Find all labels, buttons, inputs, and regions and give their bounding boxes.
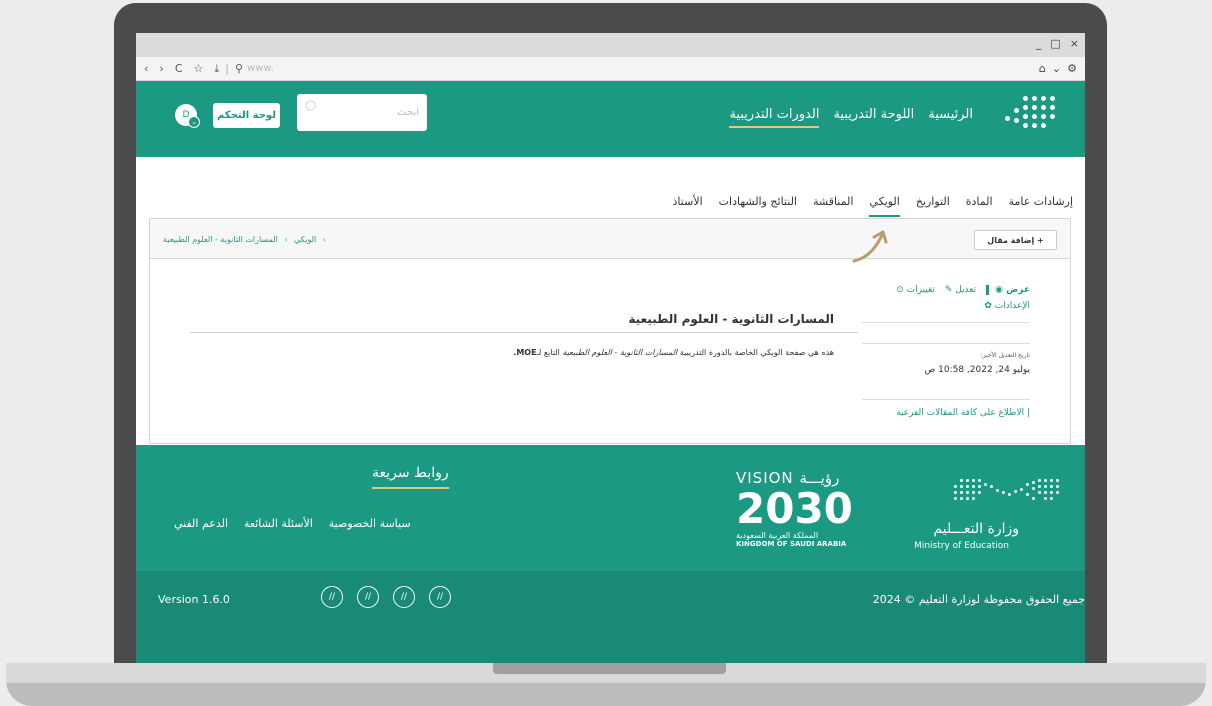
changes-action[interactable]: تغييرات ⊙ [896,285,935,295]
window-controls: _ □ × [1036,37,1079,50]
support-link[interactable]: الدعم الفني [174,517,228,530]
wiki-actions: عرض ◉ تعديل ✎ تغييرات ⊙ [862,285,1030,295]
back-icon[interactable]: ‹ [144,62,148,75]
moe-english-name: Ministry of Education [914,541,1009,551]
settings-label: الإعدادات [994,301,1030,311]
edit-label: تعديل [955,285,977,295]
breadcrumb-separator: › [284,235,288,244]
privacy-link[interactable]: سياسة الخصوصية [329,517,411,530]
footer-bottom-bar: Version 1.6.0 // // // // جميع الحقوق مح… [136,571,1085,663]
gear-icon: ✿ [984,301,992,311]
screen: _ □ × ‹ › C ☆ ⤓ | ⚲ www. ⌂ ⌄ ⚙ الرئيسية … [136,33,1085,663]
settings-action[interactable]: الإعدادات ✿ [862,301,1030,323]
moe-footer-logo: وزارة التعـــليم Ministry of Education [889,479,1059,559]
eye-icon: ◉ [995,285,1003,295]
breadcrumb-article[interactable]: المسارات الثانوية - العلوم الطبيعية [163,235,278,244]
moe-arabic-name: وزارة التعـــليم [933,521,1019,537]
download-icon[interactable]: ⤓ [214,62,219,76]
changes-label: تغييرات [906,285,935,295]
search-placeholder: ابحث [397,107,419,118]
wiki-body: هذه هي صفحة الويكي الخاصة بالدورة التدري… [513,348,834,357]
search-icon: ○ [305,98,317,113]
arrow-pointer-icon [852,230,888,263]
bookmark-icon[interactable]: ☆ [194,62,204,75]
dashboard-button[interactable]: لوحة التحكم [213,103,280,128]
nav-home[interactable]: الرئيسية [928,107,973,128]
vision-number: 2030 [736,484,853,533]
sub-articles-link[interactable]: | الاطلاع على كافة المقالات الفرعية [862,399,1030,418]
addressbar-divider: | [225,62,229,75]
vision-2030-logo: VISION رؤيـــة 2030 المملكة العربية السع… [736,469,896,549]
tab-wiki[interactable]: الويكي [869,195,900,217]
last-modified: تاريخ التعديل الأخير: يوليو 24, 2022, 10… [862,343,1030,375]
version-text: Version 1.6.0 [158,593,230,606]
view-action[interactable]: عرض ◉ [986,285,1030,295]
nav-training-board[interactable]: اللوحة التدريبية [833,107,914,128]
social-icon[interactable]: // [357,586,379,608]
wiki-side-menu: عرض ◉ تعديل ✎ تغييرات ⊙ الإعدادات ✿ تاري… [862,285,1030,418]
tab-instructor[interactable]: الأستاذ [673,195,703,217]
dropdown-icon[interactable]: ⌄ [1052,62,1061,75]
wiki-body-course: المسارات الثانوية - العلوم الطبيعية [562,348,678,357]
faq-link[interactable]: الأسئلة الشائعة [244,517,313,530]
breadcrumb-wiki[interactable]: الويكي [294,235,316,244]
moe-dots-icon [941,479,1059,509]
content-area: إرشادات عامة المادة التواريخ الويكي المن… [136,157,1085,444]
add-article-button[interactable]: + إضافة مقال [974,230,1057,250]
wiki-body-suffix: التابع لـ [536,348,563,357]
wiki-title: المسارات الثانوية - العلوم الطبيعية [628,312,834,326]
moe-logo-icon[interactable] [999,96,1055,132]
vision-arabic: المملكة العربية السعودية [736,531,819,540]
last-modified-label: تاريخ التعديل الأخير: [980,352,1030,359]
view-label: عرض [1006,285,1030,295]
social-icon[interactable]: // [429,586,451,608]
edit-action[interactable]: تعديل ✎ [945,285,976,295]
wiki-body-org: MOE. [513,348,537,357]
close-icon[interactable]: × [1070,37,1079,50]
forward-icon[interactable]: › [159,62,163,75]
history-icon: ⊙ [896,285,904,295]
nav-courses[interactable]: الدورات التدريبية [729,107,820,128]
tab-results-certificates[interactable]: النتائج والشهادات [719,195,797,217]
search-icon: ⚲ [234,62,244,75]
social-icon[interactable]: // [393,586,415,608]
breadcrumb: › الويكي › المسارات الثانوية - العلوم ال… [163,235,330,244]
reload-icon[interactable]: C [175,62,183,75]
wiki-title-divider [190,332,858,333]
quick-links: سياسة الخصوصية الأسئلة الشائعة الدعم الف… [174,517,411,530]
site-header: الرئيسية اللوحة التدريبية الدورات التدري… [136,81,1085,157]
search-input[interactable]: ○ ابحث [297,94,427,131]
browser-nav: ‹ › C ☆ ⤓ [144,62,219,76]
wiki-panel: › الويكي › المسارات الثانوية - العلوم ال… [149,218,1071,444]
tab-discussion[interactable]: المناقشة [813,195,853,217]
url-input[interactable]: www. [247,63,274,74]
pencil-icon: ✎ [944,285,953,295]
maximize-icon[interactable]: □ [1050,37,1060,50]
site-footer: روابط سريعة سياسة الخصوصية الأسئلة الشائ… [136,445,1085,663]
home-icon[interactable]: ⌂ [1039,62,1046,75]
breadcrumb-separator: › [322,235,326,244]
social-icon[interactable]: // [321,586,343,608]
minimize-icon[interactable]: _ [1036,37,1042,50]
settings-icon[interactable]: ⚙ [1067,62,1077,75]
browser-right-tools: ⌂ ⌄ ⚙ [1039,62,1077,75]
laptop-notch [493,663,726,674]
copyright-text: جميع الحقوق محفوظة لوزارة التعليم © 2024 [872,593,1085,606]
last-modified-date: يوليو 24, 2022, 10:58 ص [924,365,1030,375]
course-tabs: إرشادات عامة المادة التواريخ الويكي المن… [673,195,1073,217]
browser-titlebar: _ □ × [136,33,1085,57]
chevron-down-icon[interactable]: ⌄ [188,116,200,128]
main-nav: الرئيسية اللوحة التدريبية الدورات التدري… [729,107,973,128]
tab-material[interactable]: المادة [966,195,993,217]
browser-addressbar: ‹ › C ☆ ⤓ | ⚲ www. ⌂ ⌄ ⚙ [136,57,1085,81]
quick-links-title: روابط سريعة [372,465,449,489]
wiki-toolbar: › الويكي › المسارات الثانوية - العلوم ال… [150,219,1070,263]
wiki-body-prefix: هذه هي صفحة الويكي الخاصة بالدورة التدري… [677,348,834,357]
tab-dates[interactable]: التواريخ [916,195,950,217]
vision-english: KINGDOM OF SAUDI ARABIA [736,540,847,548]
social-links: // // // // [321,586,451,608]
tab-general-guidelines[interactable]: إرشادات عامة [1009,195,1073,217]
